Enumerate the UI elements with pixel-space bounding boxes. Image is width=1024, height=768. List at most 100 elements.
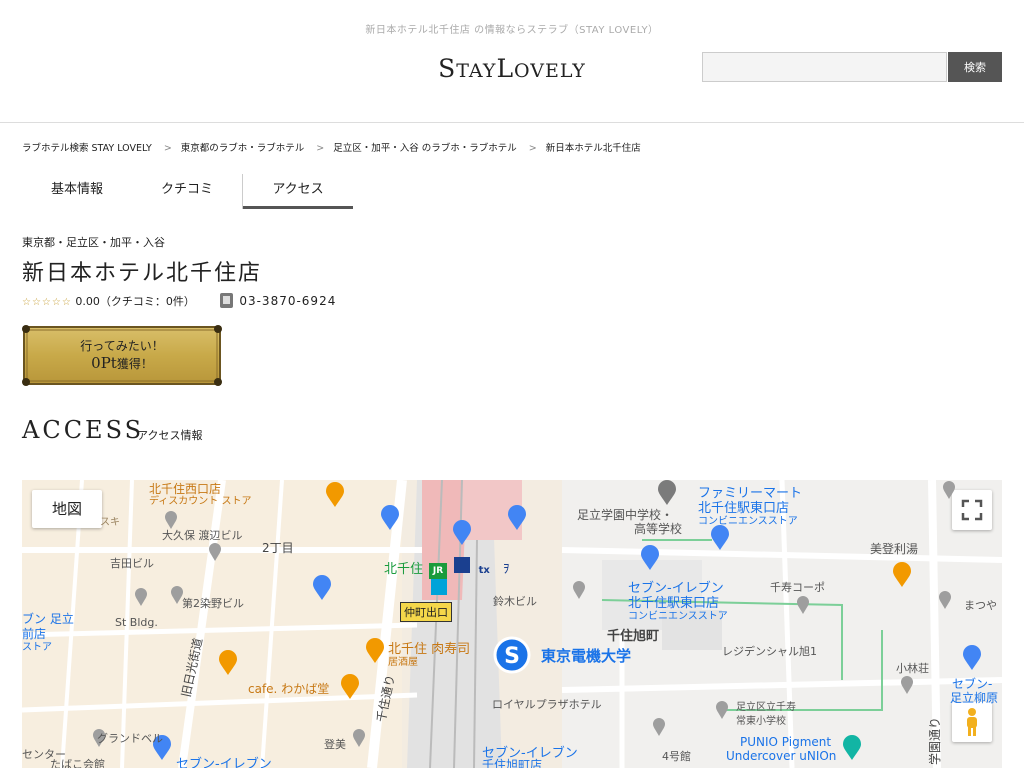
map-label: 第2染野ビル [182,597,244,610]
jr-icon: JR [429,563,447,579]
train-icon [454,557,471,573]
badge-text: 行ってみたい！ 0Pt獲得！ [22,338,222,373]
place-pin-icon[interactable] [938,590,952,610]
tab-basic-info[interactable]: 基本情報 [22,172,132,206]
hotel-region: 東京都・足立区・加平・入谷 [22,236,165,249]
map-label: レジデンシャル旭1 [722,645,817,658]
map-label: 2丁目 [262,541,294,555]
place-pin-icon[interactable] [942,480,956,500]
map-label: 千寿コーポ [770,581,825,594]
street-view-button[interactable] [952,702,992,742]
badge-points: 0Pt [91,354,117,372]
access-title: ACCESS [22,416,145,444]
map-type-button[interactable]: 地図 [32,490,102,528]
shop-pin-icon[interactable] [842,735,862,761]
place-pin-icon[interactable] [208,542,222,562]
map-label: 鈴木ビル [493,595,537,608]
restaurant-pin-icon[interactable] [365,638,385,664]
map-label: 常東小学校 [736,716,786,727]
place-pin-icon[interactable] [352,728,366,748]
map-label: 美登利湯 [870,542,919,556]
university-pin-icon[interactable]: S [492,635,532,680]
fullscreen-button[interactable] [952,490,992,530]
school-pin-icon[interactable] [657,480,677,506]
phone-number[interactable]: 03-3870-6924 [239,294,336,308]
want-to-go-button[interactable]: 行ってみたい！ 0Pt獲得！ [22,325,222,386]
map-label: 大久保 渡辺ビル [162,529,243,542]
map-label: セブン-イレブン [176,757,272,768]
place-pin-icon[interactable] [652,717,666,737]
map-label: 千住旭町 [607,629,660,644]
map-label: 東京電機大学 [541,647,632,665]
map-label: 北千住 [384,562,424,577]
metro-icon [431,579,447,595]
breadcrumb-separator: > [316,143,325,154]
breadcrumb: ラブホテル検索 STAY LOVELY > 東京都のラブホ・ラブホテル > 足立区・加平… [22,140,641,154]
store-pin-icon[interactable] [312,575,332,601]
bathhouse-pin-icon[interactable] [892,562,912,588]
map-label: ロイヤルプラザホテル [492,698,602,711]
header-divider [0,122,1024,123]
map-label: cafe. わかば堂 [248,682,330,696]
store-pin-icon[interactable] [507,505,527,531]
map-label: グランドベル [97,732,163,745]
tobu-icon: ｦ [503,562,510,577]
tab-reviews[interactable]: クチコミ [132,172,242,206]
rating-row: ☆☆☆☆☆ 0.00（クチコミ：0件） 03-3870-6924 [22,293,336,309]
breadcrumb-item-prefecture[interactable]: 東京都のラブホ・ラブホテル [181,143,305,154]
place-pin-icon[interactable] [715,700,729,720]
rating-text: 0.00（クチコミ：0件） [75,295,195,308]
map-label: まつや [964,599,997,612]
tab-access[interactable]: アクセス [243,172,353,209]
place-pin-icon[interactable] [796,595,810,615]
map-label: ディスカウント ストア [149,496,252,507]
map-label: 足立柳原 [950,691,999,705]
cafe-pin-icon[interactable] [325,482,345,508]
breadcrumb-item-area[interactable]: 足立区・加平・入谷 のラブホ・ラブホテル [333,143,517,154]
store-pin-icon[interactable] [962,645,982,671]
tagline: 新日本ホテル北千住店 の情報ならステラブ（STAY LOVELY） [365,25,659,36]
store-pin-icon[interactable] [710,525,730,551]
map-label: スキ [100,517,120,528]
store-pin-icon[interactable] [380,505,400,531]
place-pin-icon[interactable] [572,580,586,600]
map-label: 高等学校 [634,522,683,536]
store-pin-icon[interactable] [640,545,660,571]
breadcrumb-separator: > [528,143,537,154]
search-form: 検索 [702,52,1002,82]
hotel-name: 新日本ホテル北千住店 [22,261,263,286]
star-rating-icon: ☆☆☆☆☆ [22,297,72,308]
breadcrumb-item-home[interactable]: ラブホテル検索 STAY LOVELY [22,143,152,154]
map-label: PUNIO Pigment [740,735,832,749]
search-input[interactable] [702,52,947,82]
breadcrumb-separator: > [163,143,172,154]
map-label: ストア [22,642,52,653]
restaurant-pin-icon[interactable] [218,650,238,676]
map-label: 千住旭町店 [482,758,543,768]
phone-icon [220,293,234,308]
map-label: 居酒屋 [388,657,418,668]
map-label: 4号館 [662,750,691,763]
map-label: たばこ会館 [50,758,105,768]
badge-line1: 行ってみたい！ [80,339,164,353]
pegman-icon [967,708,977,736]
google-map[interactable]: 地図 S JR tx ｦ 北千住西口店 ディスカウント ストア スキ 大久保 渡… [22,480,1002,768]
fullscreen-icon [961,499,983,521]
map-label: 足立区立千寿 [736,702,796,713]
transit-icons: JR tx ｦ [429,557,529,595]
access-subtitle: アクセス情報 [137,429,203,442]
map-label: St Bldg. [115,616,158,629]
map-label: Undercover uNIOn [726,749,837,763]
badge-line2: 獲得！ [116,357,153,371]
place-pin-icon[interactable] [134,587,148,607]
search-button[interactable]: 検索 [948,52,1002,82]
shop-pin-icon[interactable] [452,520,472,546]
place-pin-icon[interactable] [900,675,914,695]
breadcrumb-item-current: 新日本ホテル北千住店 [545,143,641,154]
station-exit-label[interactable]: 仲町出口 [400,602,452,622]
map-label: 学園通り [928,716,942,765]
map-label: 吉田ビル [110,557,154,570]
map-label: コンビニエンスストア [698,516,798,527]
badge-line2-wrap: 0Pt獲得！ [22,355,222,373]
cafe-pin-icon[interactable] [340,674,360,700]
